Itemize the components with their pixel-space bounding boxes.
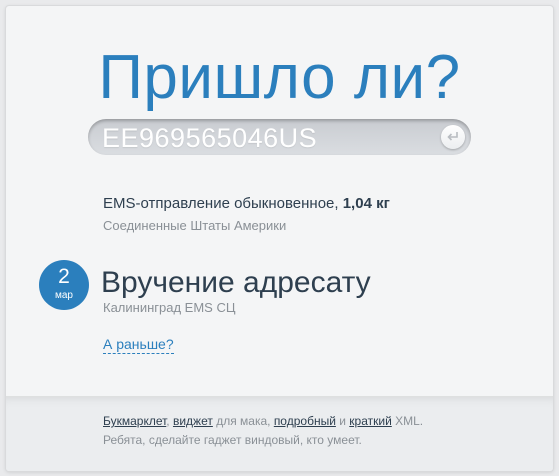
footer-links: Букмарклет, виджет для мака, подробный и… — [103, 414, 423, 429]
main-card: Пришло ли? EE969565046US EMS-отправление… — [6, 6, 553, 471]
shipment-type-label: EMS-отправление обыкновенное, — [103, 195, 339, 212]
history-link[interactable]: А раньше? — [103, 336, 174, 354]
event-day: 2 — [58, 265, 70, 288]
event-location: Калининград EMS СЦ — [103, 300, 236, 315]
destination-country: Соединенные Штаты Америки — [103, 218, 287, 233]
shipment-type: EMS-отправление обыкновенное, 1,04 кг — [103, 195, 390, 213]
event-date-badge: 2 мар — [39, 260, 89, 310]
detailed-xml-link[interactable]: подробный — [274, 414, 336, 428]
footer-text-and: и — [335, 414, 350, 428]
submit-button[interactable] — [441, 125, 465, 149]
event-month: мар — [55, 290, 73, 301]
bookmarklet-link[interactable]: Букмарклет — [103, 414, 166, 428]
tracking-input[interactable]: EE969565046US — [88, 119, 471, 155]
footer-text-xml: XML. — [391, 414, 424, 428]
event-status: Вручение адресату — [101, 266, 371, 299]
widget-link[interactable]: виджет — [173, 414, 213, 428]
footer: Букмарклет, виджет для мака, подробный и… — [6, 396, 553, 471]
tracking-number[interactable]: EE969565046US — [102, 123, 317, 153]
brief-xml-link[interactable]: краткий — [349, 414, 392, 428]
footer-note: Ребята, сделайте гаджет виндовый, кто ум… — [103, 433, 362, 447]
shipment-weight: 1,04 кг — [342, 195, 390, 212]
footer-text-mac: для мака, — [212, 414, 274, 428]
page-title: Пришло ли? — [98, 43, 461, 112]
footer-sep1: , — [166, 414, 173, 428]
return-arrow-icon — [447, 132, 458, 141]
